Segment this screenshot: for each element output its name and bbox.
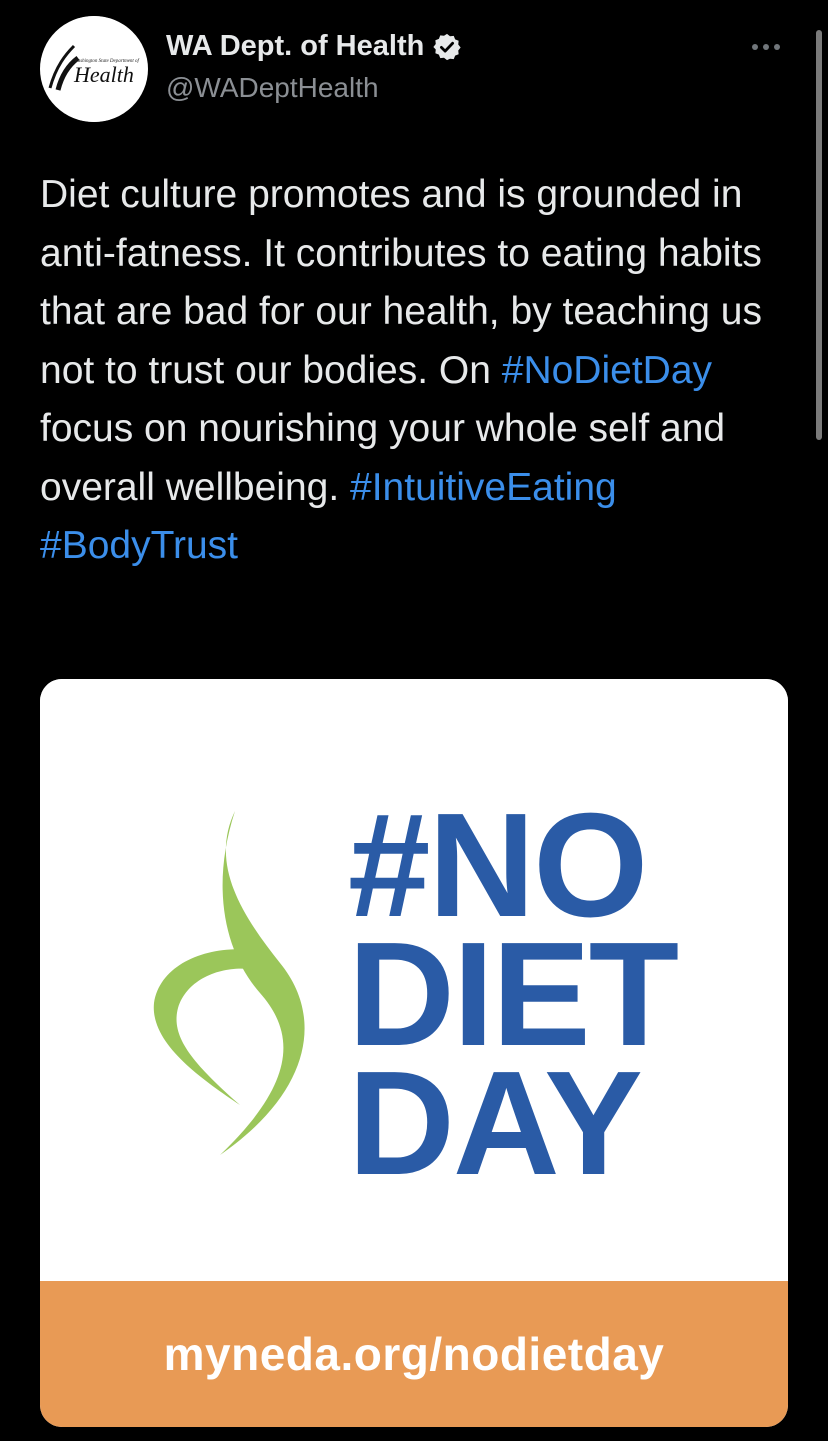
card-footer[interactable]: myneda.org/nodietday: [40, 1281, 788, 1427]
author-display-name[interactable]: WA Dept. of Health: [166, 30, 424, 63]
hashtag-nodietday[interactable]: #NoDietDay: [502, 349, 712, 392]
avatar-main-text: Health: [73, 62, 134, 87]
card-url[interactable]: myneda.org/nodietday: [164, 1327, 665, 1381]
scrollbar[interactable]: [816, 30, 822, 440]
verified-badge-icon: [432, 32, 462, 62]
tweet-text: Diet culture promotes and is grounded in…: [40, 166, 800, 576]
author-handle[interactable]: @WADeptHealth: [166, 72, 379, 104]
avatar[interactable]: Washington State Department of Health: [40, 16, 148, 122]
card-image[interactable]: #NO DIET DAY: [40, 679, 788, 1281]
media-card[interactable]: #NO DIET DAY myneda.org/nodietday: [40, 679, 788, 1427]
hashtag-intuitiveeating[interactable]: #IntuitiveEating: [350, 466, 617, 509]
logo-line-day: DAY: [348, 1041, 643, 1206]
green-leaf-swoosh-icon: [153, 811, 305, 1155]
more-horizontal-icon[interactable]: [752, 38, 786, 56]
author-name-row[interactable]: WA Dept. of Health: [166, 30, 462, 63]
hashtag-bodytrust[interactable]: #BodyTrust: [40, 524, 238, 567]
